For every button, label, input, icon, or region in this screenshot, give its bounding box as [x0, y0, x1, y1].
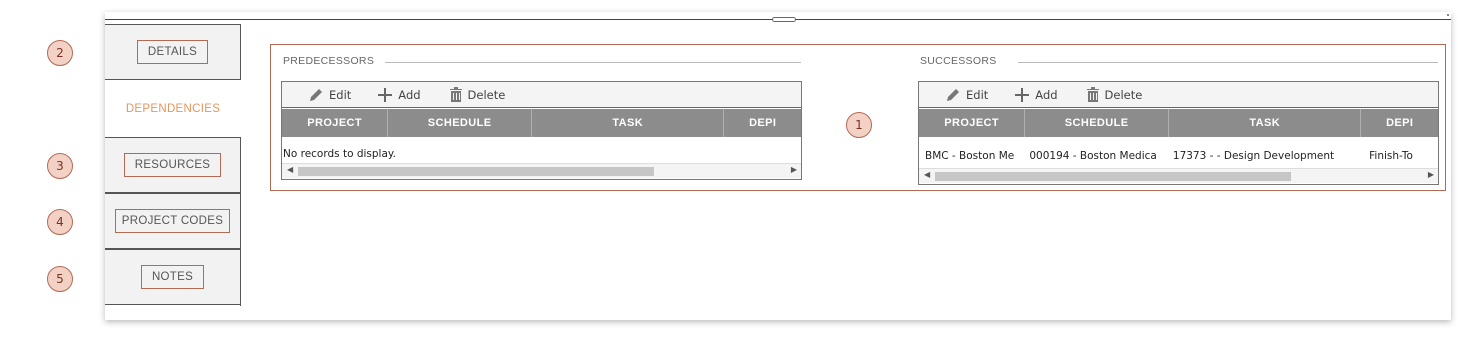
successors-col-schedule[interactable]: SCHEDULE [1025, 109, 1169, 137]
trash-icon [449, 87, 462, 102]
predecessors-header-row: PROJECT SCHEDULE TASK DEPI [282, 109, 801, 137]
scroll-right-icon[interactable]: ▶ [1428, 170, 1434, 179]
side-tabs: DETAILS DEPENDENCIES RESOURCES PROJECT C… [105, 24, 241, 306]
predecessors-toolbar: Edit Add Delete [282, 82, 801, 108]
callout-4: 4 [47, 209, 73, 235]
successors-divider [1018, 62, 1438, 63]
predecessors-add-label: Add [398, 87, 421, 102]
successors-cell-project: BMC - Boston Me [919, 145, 1026, 167]
scroll-right-icon[interactable]: ▶ [791, 165, 797, 174]
predecessors-delete-button[interactable]: Delete [449, 87, 506, 102]
predecessors-col-schedule[interactable]: SCHEDULE [388, 109, 532, 137]
successors-delete-label: Delete [1104, 87, 1143, 102]
predecessors-edit-label: Edit [329, 87, 352, 102]
successors-toolbar: Edit Add Delete [919, 82, 1438, 108]
predecessors-col-task[interactable]: TASK [532, 109, 725, 137]
drag-handle[interactable] [772, 17, 796, 22]
callout-3: 3 [47, 153, 73, 179]
plus-icon [1015, 87, 1030, 102]
plus-icon [378, 87, 393, 102]
predecessors-col-dependency[interactable]: DEPI [724, 109, 801, 137]
successors-grid: Edit Add Delete PROJECT SCHEDULE TASK DE… [918, 81, 1439, 185]
successors-title: SUCCESSORS [920, 55, 997, 67]
pencil-icon [947, 88, 959, 101]
successors-add-label: Add [1035, 87, 1058, 102]
tab-dependencies-label: DEPENDENCIES [125, 103, 221, 115]
predecessors-empty-message: No records to display. [283, 148, 396, 160]
successors-col-dependency[interactable]: DEPI [1361, 109, 1438, 137]
tab-notes[interactable]: NOTES [105, 249, 241, 305]
successors-delete-button[interactable]: Delete [1086, 87, 1143, 102]
tab-details-label: DETAILS [136, 40, 209, 64]
scroll-left-icon[interactable]: ◀ [287, 165, 293, 174]
successors-cell-task: 17373 - - Design Development [1169, 145, 1362, 167]
successors-edit-label: Edit [966, 87, 989, 102]
successors-cell-dependency: Finish-To [1361, 145, 1438, 167]
successors-col-task[interactable]: TASK [1169, 109, 1362, 137]
callout-5: 5 [47, 266, 73, 292]
predecessors-delete-label: Delete [467, 87, 506, 102]
successors-header-row: PROJECT SCHEDULE TASK DEPI [919, 109, 1438, 137]
pencil-icon [310, 88, 322, 101]
trash-icon [1086, 87, 1099, 102]
successors-hscroll[interactable]: ◀ ▶ [919, 168, 1438, 183]
predecessors-scroll-thumb[interactable] [298, 167, 654, 176]
successors-col-project[interactable]: PROJECT [919, 109, 1026, 137]
tab-resources-label: RESOURCES [123, 153, 222, 177]
tab-details[interactable]: DETAILS [105, 24, 241, 80]
tab-dependencies[interactable]: DEPENDENCIES [105, 80, 241, 138]
callout-2: 2 [47, 40, 73, 66]
tab-notes-label: NOTES [140, 265, 205, 289]
successors-cell-schedule: 000194 - Boston Medica [1025, 145, 1169, 167]
predecessors-add-button[interactable]: Add [377, 87, 421, 103]
tab-project-codes-label: PROJECT CODES [114, 209, 231, 233]
predecessors-col-project[interactable]: PROJECT [282, 109, 389, 137]
successors-add-button[interactable]: Add [1014, 87, 1058, 103]
successors-edit-button[interactable]: Edit [945, 88, 988, 102]
predecessors-hscroll[interactable]: ◀ ▶ [282, 163, 801, 178]
successors-scroll-thumb[interactable] [935, 172, 1291, 181]
table-row[interactable]: BMC - Boston Me 000194 - Boston Medica 1… [919, 145, 1438, 167]
corner-marker [1447, 14, 1449, 16]
tab-resources[interactable]: RESOURCES [105, 137, 241, 193]
scroll-left-icon[interactable]: ◀ [924, 170, 930, 179]
predecessors-title: PREDECESSORS [283, 55, 375, 67]
tab-project-codes[interactable]: PROJECT CODES [105, 193, 241, 249]
predecessors-divider [385, 62, 801, 63]
predecessors-edit-button[interactable]: Edit [308, 88, 351, 102]
predecessors-grid: Edit Add Delete PROJECT SCHEDULE TASK DE… [281, 81, 802, 180]
